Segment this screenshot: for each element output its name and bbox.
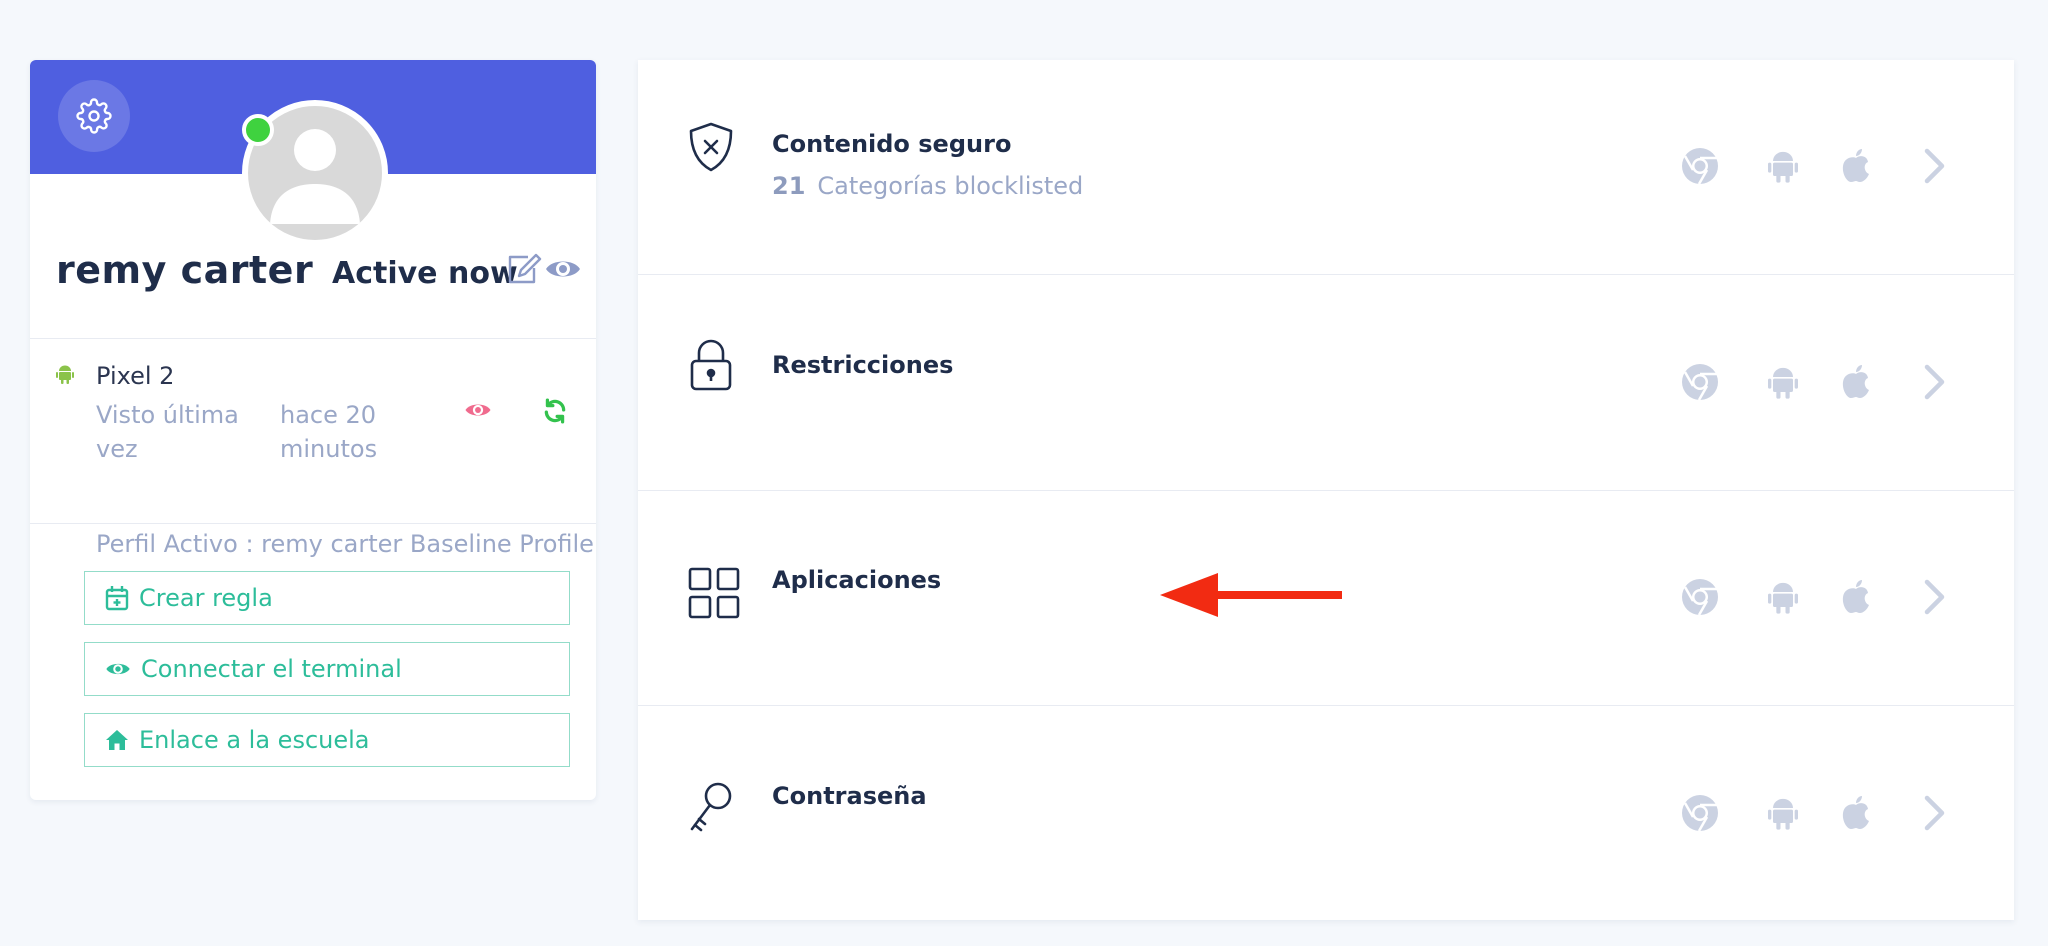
create-rule-button[interactable]: Crear regla	[84, 571, 570, 625]
red-arrow-annotation	[1160, 573, 1342, 617]
create-rule-label: Crear regla	[139, 584, 273, 612]
active-profile: Perfil Activo : remy carter Baseline Pro…	[96, 530, 594, 558]
gear-icon	[76, 98, 112, 134]
shield-x-icon	[689, 122, 733, 172]
android-icon	[1768, 580, 1798, 614]
chrome-icon	[1680, 577, 1720, 617]
card-divider	[30, 523, 596, 524]
edit-icon[interactable]	[506, 252, 542, 286]
card-divider	[30, 338, 596, 339]
user-name: remy carter	[56, 248, 314, 292]
setting-row-password[interactable]: Contraseña	[638, 706, 2014, 920]
school-link-button[interactable]: Enlace a la escuela	[84, 713, 570, 767]
connect-terminal-button[interactable]: Connectar el terminal	[84, 642, 570, 696]
last-seen-label: Visto última vez	[96, 401, 239, 463]
setting-title-password: Contraseña	[772, 782, 927, 810]
sync-icon[interactable]	[542, 398, 568, 424]
chrome-icon	[1680, 146, 1720, 186]
connect-terminal-label: Connectar el terminal	[141, 655, 402, 683]
blocklisted-label: Categorías blocklisted	[817, 172, 1084, 200]
grid-icon	[688, 567, 740, 619]
eye-icon[interactable]	[464, 400, 492, 420]
setting-row-safe-content[interactable]: Contenido seguro 21 Categorías blockliste…	[638, 60, 2014, 274]
setting-title-restrictions: Restricciones	[772, 351, 954, 379]
setting-title-applications: Aplicaciones	[772, 566, 942, 594]
last-seen-value: hace 20 minutos	[280, 401, 378, 463]
apple-icon	[1841, 364, 1871, 400]
settings-button[interactable]	[58, 80, 130, 152]
eye-icon	[106, 663, 130, 675]
settings-panel: Contenido seguro 21 Categorías blockliste…	[638, 60, 2014, 920]
active-status: Active now	[332, 256, 518, 291]
apple-icon	[1841, 148, 1871, 184]
apple-icon	[1841, 579, 1871, 615]
eye-icon[interactable]	[544, 256, 582, 282]
key-icon	[690, 782, 732, 832]
android-icon	[1768, 796, 1798, 830]
blocklisted-count: 21	[772, 172, 806, 200]
android-icon	[1768, 149, 1798, 183]
chrome-icon	[1680, 362, 1720, 402]
chevron-right-icon[interactable]	[1923, 364, 1947, 400]
home-icon	[106, 730, 128, 750]
profile-card: remy carter Active now Pixel 2 Visto últ…	[30, 60, 596, 800]
setting-subtitle-safe-content: 21 Categorías blocklisted	[772, 172, 1083, 200]
setting-title-safe-content: Contenido seguro	[772, 130, 1012, 158]
school-link-label: Enlace a la escuela	[139, 726, 370, 754]
chevron-right-icon[interactable]	[1923, 148, 1947, 184]
apple-icon	[1841, 795, 1871, 831]
android-icon	[1768, 365, 1798, 399]
online-indicator	[242, 114, 274, 146]
device-name: Pixel 2	[96, 362, 175, 390]
chrome-icon	[1680, 793, 1720, 833]
calendar-plus-icon	[105, 586, 129, 611]
chevron-right-icon[interactable]	[1923, 579, 1947, 615]
setting-row-restrictions[interactable]: Restricciones	[638, 275, 2014, 489]
lock-icon	[690, 339, 732, 391]
chevron-right-icon[interactable]	[1923, 795, 1947, 831]
android-icon	[56, 365, 74, 384]
